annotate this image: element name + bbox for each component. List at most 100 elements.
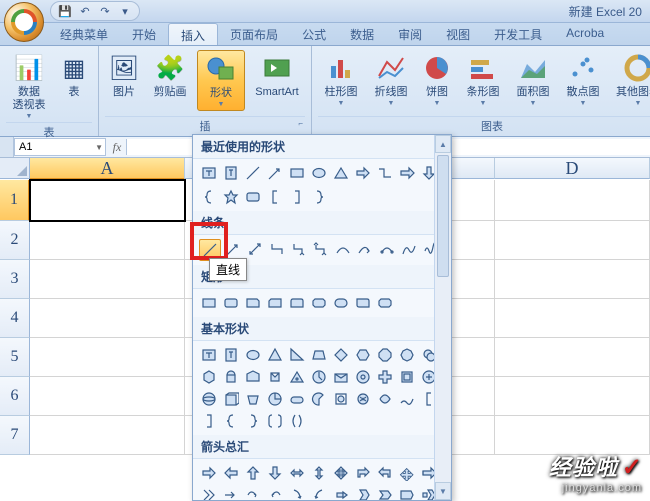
row-header-6[interactable]: 6 <box>0 377 30 416</box>
shape-arrow-3-icon[interactable] <box>265 463 285 483</box>
shape-elbow-arrow-icon[interactable] <box>289 239 309 259</box>
row-header-3[interactable]: 3 <box>0 260 30 299</box>
shape-arrow-20-icon[interactable] <box>397 485 417 501</box>
shape-blockarrow-icon[interactable] <box>397 163 417 183</box>
tab-acrobat[interactable]: Acroba <box>554 23 616 45</box>
shape-curve-arrow-icon[interactable] <box>355 239 375 259</box>
line-chart-button[interactable]: 折线图▼ <box>368 50 414 109</box>
shape-basic-11-icon[interactable] <box>199 367 219 387</box>
shape-arrow-13-icon[interactable] <box>243 485 263 501</box>
shape-freeform-icon[interactable] <box>399 239 419 259</box>
shape-arrow-17-icon[interactable] <box>331 485 351 501</box>
shape-basic-26-icon[interactable] <box>287 389 307 409</box>
shape-star-icon[interactable] <box>221 187 241 207</box>
shape-brace-r-icon[interactable] <box>309 187 329 207</box>
tab-review[interactable]: 审阅 <box>386 23 434 45</box>
shape-basic-5-icon[interactable] <box>309 345 329 365</box>
pivot-table-button[interactable]: 📊 数据 透视表 ▼ <box>6 50 52 122</box>
shape-arrow-4-icon[interactable] <box>287 463 307 483</box>
shape-line-icon[interactable] <box>243 163 263 183</box>
undo-icon[interactable]: ↶ <box>77 3 93 19</box>
shape-arrow-1-icon[interactable] <box>221 463 241 483</box>
shape-rect5-icon[interactable] <box>287 293 307 313</box>
cell-D1[interactable] <box>495 180 650 221</box>
clipart-button[interactable]: 🧩 剪贴画 <box>147 50 193 101</box>
office-button[interactable] <box>4 2 44 42</box>
save-icon[interactable]: 💾 <box>57 3 73 19</box>
shape-basic-23-icon[interactable] <box>221 389 241 409</box>
shape-basic-19-icon[interactable] <box>375 367 395 387</box>
shape-roundrect-icon[interactable] <box>243 187 263 207</box>
shape-basic-18-icon[interactable] <box>353 367 373 387</box>
shape-basic-1-icon[interactable] <box>221 345 241 365</box>
bar-chart-button[interactable]: 条形图▼ <box>460 50 506 109</box>
name-box[interactable]: A1▼ <box>14 138 106 156</box>
shape-brace-l-icon[interactable] <box>199 187 219 207</box>
shape-basic-22-icon[interactable] <box>199 389 219 409</box>
cell-A2[interactable] <box>30 221 185 260</box>
cell-A1[interactable] <box>30 180 185 221</box>
shape-basic-14-icon[interactable] <box>265 367 285 387</box>
shape-elbow-darrow-icon[interactable] <box>311 239 331 259</box>
shape-rect2-icon[interactable] <box>221 293 241 313</box>
panel-scrollbar[interactable]: ▲ ▼ <box>434 135 451 500</box>
tab-data[interactable]: 数据 <box>338 23 386 45</box>
shape-basic-7-icon[interactable] <box>353 345 373 365</box>
shape-basic-36-icon[interactable] <box>265 411 285 431</box>
tab-developer[interactable]: 开发工具 <box>482 23 554 45</box>
shape-rarrow-icon[interactable] <box>353 163 373 183</box>
shape-basic-28-icon[interactable] <box>331 389 351 409</box>
shape-basic-13-icon[interactable] <box>243 367 263 387</box>
shape-curve-darrow-icon[interactable] <box>377 239 397 259</box>
shape-rect1-icon[interactable] <box>199 293 219 313</box>
shape-rect6-icon[interactable] <box>309 293 329 313</box>
shape-elbow-icon[interactable] <box>267 239 287 259</box>
shape-arrow-9-icon[interactable] <box>397 463 417 483</box>
shape-curve-icon[interactable] <box>333 239 353 259</box>
shape-basic-6-icon[interactable] <box>331 345 351 365</box>
area-chart-button[interactable]: 面积图▼ <box>510 50 556 109</box>
shape-arrow-16-icon[interactable] <box>309 485 329 501</box>
shape-arrow-7-icon[interactable] <box>353 463 373 483</box>
table-button[interactable]: ▦ 表 <box>56 50 92 101</box>
shape-rect9-icon[interactable] <box>375 293 395 313</box>
shape-rect3-icon[interactable] <box>243 293 263 313</box>
shape-basic-12-icon[interactable] <box>221 367 241 387</box>
shape-basic-17-icon[interactable] <box>331 367 351 387</box>
scatter-chart-button[interactable]: 散点图▼ <box>560 50 606 109</box>
shape-arrow-18-icon[interactable] <box>353 485 373 501</box>
shape-arrow-line-icon[interactable] <box>223 239 243 259</box>
shape-basic-35-icon[interactable] <box>243 411 263 431</box>
shape-triangle-icon[interactable] <box>331 163 351 183</box>
other-chart-button[interactable]: 其他图表▼ <box>610 50 650 109</box>
shape-basic-2-icon[interactable] <box>243 345 263 365</box>
row-header-7[interactable]: 7 <box>0 416 30 455</box>
tab-pagelayout[interactable]: 页面布局 <box>218 23 290 45</box>
row-header-1[interactable]: 1 <box>0 180 30 221</box>
shape-basic-15-icon[interactable] <box>287 367 307 387</box>
shape-basic-33-icon[interactable] <box>199 411 219 431</box>
tab-home[interactable]: 开始 <box>120 23 168 45</box>
smartart-button[interactable]: SmartArt <box>249 50 305 101</box>
shape-arrow-icon[interactable] <box>265 163 285 183</box>
row-header-5[interactable]: 5 <box>0 338 30 377</box>
shape-rect8-icon[interactable] <box>353 293 373 313</box>
col-header-D[interactable]: D <box>495 158 650 179</box>
shape-textbox-v-icon[interactable] <box>221 163 241 183</box>
shape-connector-icon[interactable] <box>375 163 395 183</box>
row-header-4[interactable]: 4 <box>0 299 30 338</box>
shape-arrow-11-icon[interactable] <box>199 485 219 501</box>
row-header-2[interactable]: 2 <box>0 221 30 260</box>
scroll-down-icon[interactable]: ▼ <box>435 482 451 500</box>
shape-basic-25-icon[interactable] <box>265 389 285 409</box>
shape-arrow-2-icon[interactable] <box>243 463 263 483</box>
shape-arrow-19-icon[interactable] <box>375 485 395 501</box>
shape-arrow-0-icon[interactable] <box>199 463 219 483</box>
shape-basic-16-icon[interactable] <box>309 367 329 387</box>
shape-arrow-6-icon[interactable] <box>331 463 351 483</box>
tab-view[interactable]: 视图 <box>434 23 482 45</box>
tab-insert[interactable]: 插入 <box>168 23 218 45</box>
shape-basic-8-icon[interactable] <box>375 345 395 365</box>
shape-arrow-15-icon[interactable] <box>287 485 307 501</box>
shape-oval-icon[interactable] <box>309 163 329 183</box>
